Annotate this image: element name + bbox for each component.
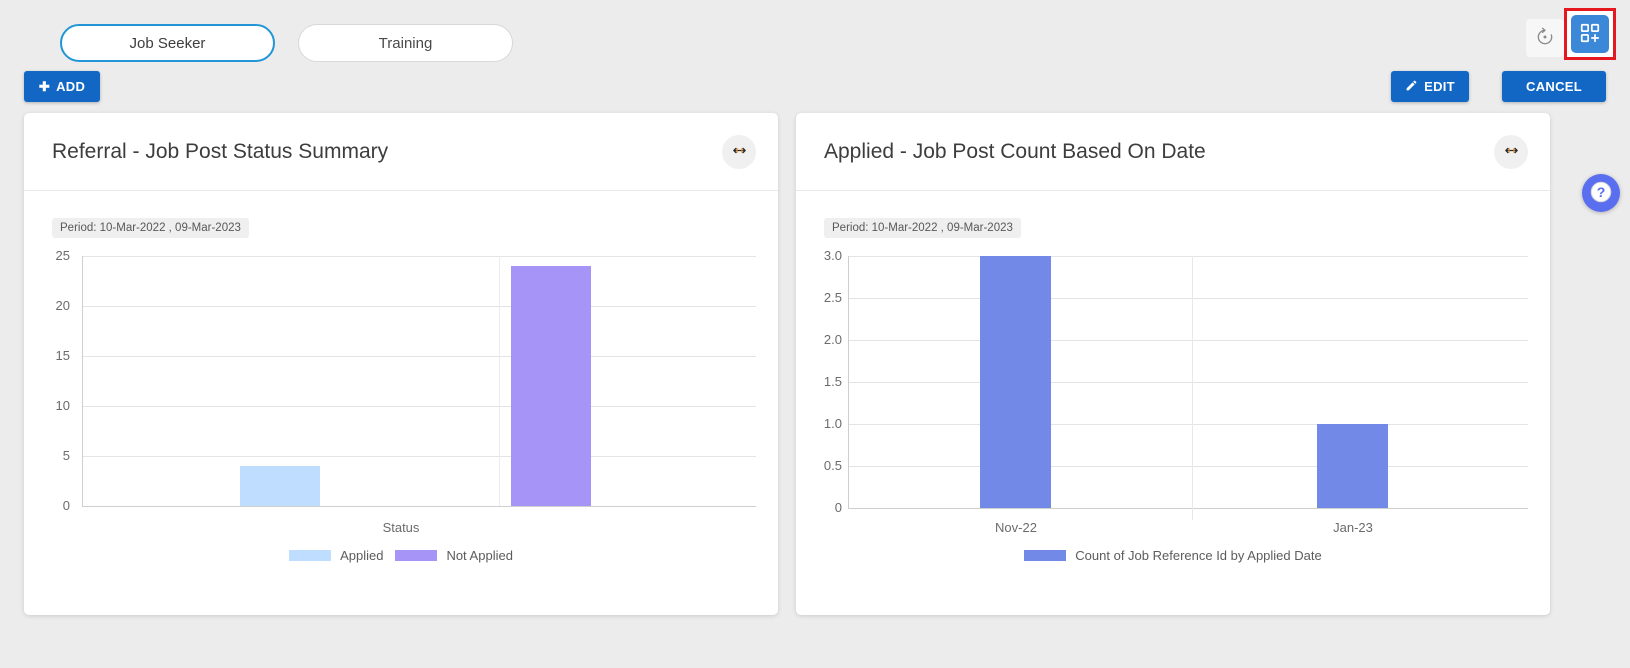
card-title: Referral - Job Post Status Summary: [52, 139, 389, 163]
y-tick: 0: [834, 500, 842, 515]
add-widget-selection-highlight: [1564, 8, 1616, 60]
gridline: [848, 340, 1528, 341]
y-tick: 25: [55, 248, 70, 263]
card-header: Referral - Job Post Status Summary: [24, 113, 778, 191]
y-tick: 0.5: [823, 458, 842, 473]
edit-button-label: EDIT: [1424, 79, 1455, 94]
cancel-button-label: CANCEL: [1526, 79, 1582, 94]
bar-applied[interactable]: [240, 466, 320, 506]
add-button[interactable]: ✚ ADD: [24, 71, 100, 102]
y-tick: 10: [55, 398, 70, 413]
card-title: Applied - Job Post Count Based On Date: [824, 139, 1206, 163]
gridline: [848, 298, 1528, 299]
add-widget-icon: [1579, 22, 1601, 47]
module-tabs: Job Seeker Training: [60, 24, 513, 62]
tab-training[interactable]: Training: [298, 24, 513, 62]
resize-widget-button[interactable]: [722, 134, 756, 169]
bar-not-applied[interactable]: [511, 266, 591, 506]
help-icon: ?: [1588, 179, 1614, 208]
gridline: [82, 356, 756, 357]
legend-item[interactable]: Not Applied: [395, 548, 513, 563]
y-tick: 20: [55, 298, 70, 313]
plus-icon: ✚: [38, 78, 51, 94]
category-divider: [499, 256, 500, 506]
tab-job-seeker[interactable]: Job Seeker: [60, 24, 275, 62]
legend-label: Not Applied: [446, 548, 513, 563]
gridline: [848, 256, 1528, 257]
y-tick: 2.0: [823, 332, 842, 347]
gridline: [848, 382, 1528, 383]
legend-swatch-count: [1024, 550, 1067, 561]
legend-item[interactable]: Count of Job Reference Id by Applied Dat…: [1024, 548, 1322, 563]
legend-label: Count of Job Reference Id by Applied Dat…: [1075, 548, 1322, 563]
x-axis-line: [848, 508, 1528, 509]
y-tick: 5: [62, 448, 70, 463]
x-tick: Nov-22: [995, 520, 1037, 535]
gridline: [82, 256, 756, 257]
chart-legend: Count of Job Reference Id by Applied Dat…: [796, 548, 1550, 563]
y-axis-line: [82, 256, 83, 506]
category-divider: [1192, 256, 1193, 520]
x-tick: Jan-23: [1333, 520, 1373, 535]
chart-legend: Applied Not Applied: [24, 548, 778, 563]
y-tick: 0: [62, 498, 70, 513]
add-button-label: ADD: [56, 79, 86, 94]
edit-button[interactable]: EDIT: [1391, 71, 1469, 102]
resize-horizontal-icon: [731, 142, 748, 162]
legend-label: Applied: [340, 548, 384, 563]
y-tick: 1.5: [823, 374, 842, 389]
bar-nov-22[interactable]: [980, 256, 1051, 508]
legend-item[interactable]: Applied: [289, 548, 383, 563]
tab-job-seeker-label: Job Seeker: [129, 34, 206, 52]
x-axis-label: Status: [382, 520, 420, 535]
add-widget-button[interactable]: [1571, 15, 1609, 53]
widget-grid: Referral - Job Post Status Summary Perio…: [24, 113, 1550, 615]
resize-horizontal-icon: [1503, 142, 1520, 162]
widget-card-referral-status: Referral - Job Post Status Summary Perio…: [24, 113, 778, 615]
chart-applied-count: 3.0 2.5 2.0 1.5 1.0 0.5 0 Nov-22 Jan-23 …: [796, 248, 1550, 568]
x-axis-line: [82, 506, 756, 507]
bar-jan-23[interactable]: [1317, 424, 1388, 508]
gridline: [848, 424, 1528, 425]
cancel-button[interactable]: CANCEL: [1502, 71, 1606, 102]
gridline: [848, 466, 1528, 467]
widget-card-applied-count: Applied - Job Post Count Based On Date P…: [796, 113, 1550, 615]
pencil-icon: [1405, 79, 1418, 95]
svg-text:?: ?: [1597, 183, 1606, 199]
gridline: [82, 456, 756, 457]
chart-referral-status: 25 20 15 10 5 0 Status Applied Not Appli…: [24, 248, 778, 568]
card-header: Applied - Job Post Count Based On Date: [796, 113, 1550, 191]
legend-swatch-not-applied: [395, 550, 438, 561]
dashboard-page: Job Seeker Training ✚ ADD EDIT CANCEL Re…: [0, 0, 1630, 668]
y-tick: 1.0: [823, 416, 842, 431]
reset-icon: [1535, 27, 1555, 50]
legend-swatch-applied: [289, 550, 332, 561]
y-tick: 2.5: [823, 290, 842, 305]
tab-training-label: Training: [378, 34, 433, 52]
y-tick: 3.0: [823, 248, 842, 263]
reset-layout-button[interactable]: [1526, 19, 1564, 57]
help-button[interactable]: ?: [1582, 174, 1620, 212]
gridline: [82, 306, 756, 307]
resize-widget-button[interactable]: [1494, 134, 1528, 169]
y-tick: 15: [55, 348, 70, 363]
y-axis-line: [848, 256, 849, 508]
gridline: [82, 406, 756, 407]
period-badge: Period: 10-Mar-2022 , 09-Mar-2023: [52, 218, 249, 238]
period-badge: Period: 10-Mar-2022 , 09-Mar-2023: [824, 218, 1021, 238]
